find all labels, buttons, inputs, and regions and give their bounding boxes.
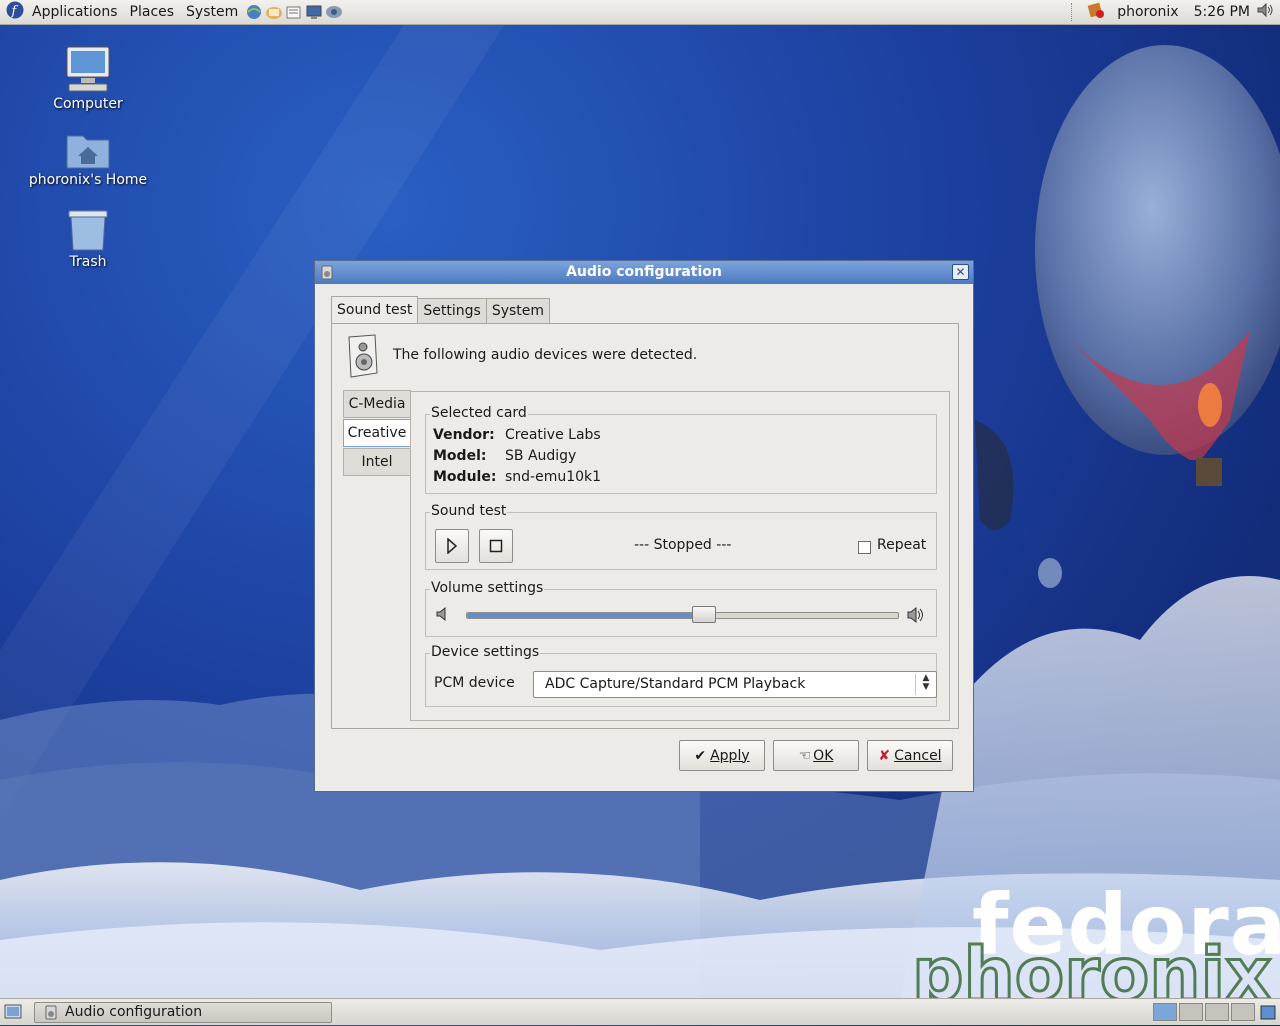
fedora-logo-icon[interactable]: f	[6, 1, 24, 23]
ok-button[interactable]: ☜ OK	[773, 740, 859, 771]
pcm-device-label: PCM device	[434, 675, 515, 691]
trash-icon	[68, 210, 108, 251]
vendor-label: Vendor:	[433, 427, 495, 443]
vendor-row: Vendor: Creative Labs	[433, 427, 601, 443]
model-label: Model:	[433, 448, 487, 464]
close-icon[interactable]: ✕	[952, 264, 969, 280]
tab-system[interactable]: System	[485, 298, 551, 323]
pcm-device-select[interactable]: ADC Capture/Standard PCM Playback ▲ ▼	[533, 671, 937, 698]
model-value: SB Audigy	[505, 448, 577, 464]
apply-button[interactable]: ✔ Apply	[679, 740, 765, 771]
desktop-icon-label: Computer	[53, 96, 123, 112]
window-titlebar[interactable]: Audio configuration ✕	[315, 261, 973, 284]
module-row: Module: snd-emu10k1	[433, 469, 601, 485]
update-notifier-icon[interactable]	[1087, 1, 1105, 23]
cancel-icon: ✘	[878, 747, 891, 764]
play-button[interactable]	[435, 529, 469, 563]
web-browser-icon[interactable]	[245, 4, 263, 20]
intro-text: The following audio devices were detecte…	[393, 347, 698, 363]
volume-icon[interactable]	[1256, 1, 1276, 23]
mail-icon[interactable]	[265, 4, 283, 20]
cancel-button[interactable]: ✘ Cancel	[867, 740, 953, 771]
monitor-icon[interactable]	[305, 4, 323, 20]
desktop-icon-home[interactable]: phoronix's Home	[28, 130, 148, 188]
speaker-app-icon	[45, 1005, 57, 1026]
card-list: C-Media Creative Intel	[343, 390, 411, 477]
window-title: Audio configuration	[566, 264, 722, 280]
workspace-4[interactable]	[1231, 1003, 1255, 1021]
repeat-checkbox[interactable]	[858, 541, 871, 554]
show-desktop-icon[interactable]	[4, 1003, 22, 1025]
volume-high-icon[interactable]	[906, 606, 928, 628]
device-settings-frame: Device settings PCM device ADC Capture/S…	[425, 644, 937, 707]
model-row: Model: SB Audigy	[433, 448, 576, 464]
speaker-app-icon	[321, 265, 333, 288]
network-icon[interactable]	[325, 4, 343, 20]
cancel-label: Cancel	[894, 747, 942, 764]
playback-status: --- Stopped ---	[634, 537, 732, 553]
balloon-graphic	[1035, 45, 1280, 486]
volume-frame: Volume settings	[425, 580, 937, 637]
sound-test-frame: Sound test --- Stopped --- Repeat	[425, 503, 937, 570]
pcm-device-value: ADC Capture/Standard PCM Playback	[545, 676, 806, 692]
workspace-2[interactable]	[1179, 1003, 1203, 1021]
card-panel: Selected card Vendor: Creative Labs Model…	[410, 391, 950, 721]
apply-label: Apply	[710, 747, 750, 764]
card-tab-intel[interactable]: Intel	[343, 448, 411, 476]
volume-slider-fill	[467, 613, 704, 618]
repeat-label[interactable]: Repeat	[877, 537, 926, 553]
home-folder-icon	[66, 135, 110, 169]
frame-label: Sound test	[430, 503, 508, 519]
frame-label: Volume settings	[430, 580, 545, 596]
panel-separator	[1071, 3, 1073, 21]
audio-config-window: Audio configuration ✕ Sound test Setting…	[314, 260, 974, 792]
desktop-icon-label: Trash	[69, 254, 107, 270]
trash-applet-icon[interactable]	[1259, 1003, 1277, 1025]
text-editor-icon[interactable]	[285, 4, 303, 20]
combo-arrows-icon: ▲ ▼	[915, 674, 936, 695]
frame-label: Device settings	[430, 644, 541, 660]
tab-settings[interactable]: Settings	[417, 298, 487, 323]
vendor-value: Creative Labs	[505, 427, 601, 443]
ok-label: OK	[813, 747, 834, 764]
desktop-icon-label: phoronix's Home	[28, 172, 148, 188]
menu-applications[interactable]: Applications	[26, 0, 124, 24]
bottom-panel: Audio configuration	[0, 998, 1280, 1025]
clock[interactable]: 5:26 PM	[1194, 4, 1250, 20]
selected-card-frame: Selected card Vendor: Creative Labs Model…	[425, 405, 937, 494]
desktop-icon-trash[interactable]: Trash	[28, 208, 148, 270]
card-tab-creative[interactable]: Creative	[343, 419, 411, 447]
workspace-3[interactable]	[1205, 1003, 1229, 1021]
volume-slider-thumb[interactable]	[692, 606, 716, 623]
top-panel: f Applications Places System phoronix 5:…	[0, 0, 1280, 25]
username[interactable]: phoronix	[1117, 4, 1178, 20]
workspace-1[interactable]	[1153, 1003, 1177, 1021]
check-icon: ✔	[694, 747, 707, 764]
tab-sound-test[interactable]: Sound test	[331, 296, 419, 323]
card-tab-cmedia[interactable]: C-Media	[343, 390, 411, 418]
menu-places[interactable]: Places	[124, 0, 181, 24]
module-value: snd-emu10k1	[505, 469, 602, 485]
ok-icon: ☜	[798, 747, 812, 764]
taskbar-item-audio-config[interactable]: Audio configuration	[34, 1002, 332, 1023]
menu-system[interactable]: System	[180, 0, 244, 24]
module-label: Module:	[433, 469, 497, 485]
stop-button[interactable]	[479, 529, 513, 563]
desktop-icon-computer[interactable]: Computer	[28, 44, 148, 112]
volume-low-icon[interactable]	[435, 606, 451, 626]
computer-icon	[66, 46, 110, 92]
speaker-icon	[345, 333, 381, 383]
frame-label: Selected card	[430, 405, 528, 421]
play-icon	[447, 538, 458, 554]
volume-slider-track[interactable]	[466, 606, 899, 623]
main-tabs: Sound test Settings System	[331, 296, 551, 323]
stop-icon	[489, 539, 503, 553]
taskbar-item-label: Audio configuration	[65, 1004, 203, 1020]
